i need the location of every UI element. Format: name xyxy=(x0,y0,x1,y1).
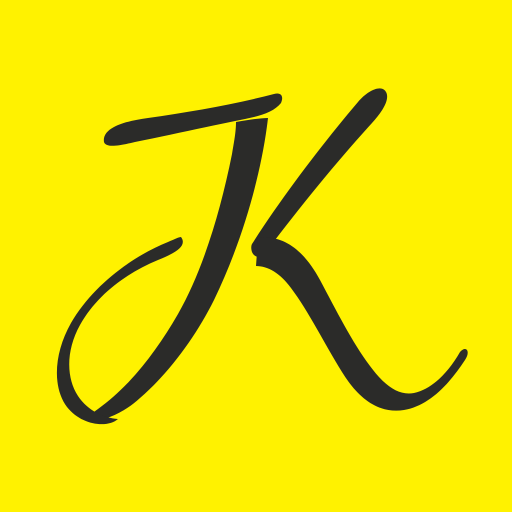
k-monogram-icon xyxy=(0,0,512,512)
app-icon: K xyxy=(0,0,512,512)
